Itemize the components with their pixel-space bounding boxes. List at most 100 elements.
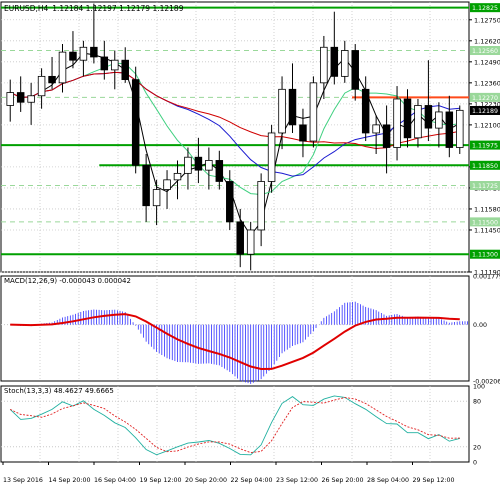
candle-body [69, 51, 77, 61]
candle-body [372, 124, 380, 134]
candle-body [121, 59, 129, 81]
macd-tick-label: 0.001779 [473, 274, 500, 281]
time-label: 13 Sep 2016 [3, 477, 43, 484]
candle-body [184, 156, 192, 174]
candle-body [351, 50, 359, 90]
candle-body [267, 132, 276, 182]
candle [152, 179, 161, 226]
candle-body [58, 51, 67, 84]
time-label: 23 Sep 12:00 [276, 477, 318, 484]
candle-body [173, 172, 182, 181]
candle-body [100, 56, 109, 71]
candle [320, 35, 328, 100]
candle-body [37, 75, 46, 97]
candle [121, 47, 129, 83]
candle [288, 63, 297, 133]
panel-frame [0, 385, 470, 463]
level-tag-label: 1.11725 [472, 183, 498, 190]
candle-body [393, 98, 401, 148]
candle [246, 221, 255, 271]
candle [382, 105, 391, 174]
stoch-label: Stoch(13,3,3) 48.4627 49.6665 [4, 387, 114, 395]
symbol-header: EURUSD,H4 1.12184 1.12197 1.12179 1.12189 [4, 4, 184, 13]
stoch-axis: 100 80 20 0 [473, 384, 485, 467]
candle [215, 150, 224, 190]
macd-axis: 0.0017790.00-0.002061 [473, 274, 500, 386]
candle-body [236, 221, 244, 255]
candle [435, 102, 443, 148]
candle-body [278, 88, 286, 134]
time-label: 14 Sep 20:00 [49, 477, 91, 484]
candle-body [435, 111, 443, 129]
level-tag-label: 1.11850 [472, 163, 498, 170]
candle [309, 76, 318, 148]
candle-body [111, 59, 119, 71]
candle-body [246, 229, 255, 255]
candle-body [320, 46, 328, 84]
price-tick-label: 1.12620 [474, 37, 500, 45]
current-price-label: 1.12189 [472, 108, 498, 115]
candle [341, 40, 349, 83]
price-tick-label: 1.12750 [474, 16, 500, 24]
time-label: 28 Sep 04:00 [367, 477, 409, 484]
time-label: 22 Sep 04:00 [231, 477, 273, 484]
macd-tick-label: 0.00 [473, 322, 487, 329]
candle-body [152, 189, 161, 207]
stoch-tick-label: 100 [473, 384, 485, 391]
candle-body [309, 82, 318, 142]
time-label: 20 Sep 20:00 [185, 477, 227, 484]
price-tick-label: 1.11580 [474, 205, 500, 213]
stoch-grid [1, 400, 469, 448]
level-tag-label: 1.12825 [472, 5, 498, 12]
candle-body [194, 156, 203, 171]
price-tick-label: 1.12100 [474, 121, 500, 129]
candle-body [456, 109, 464, 148]
candle [142, 153, 150, 222]
candle [79, 40, 88, 77]
price-tick-label: 1.11450 [474, 226, 500, 234]
candle [257, 173, 265, 247]
level-tag-label: 1.12560 [472, 48, 498, 55]
candle-body [299, 124, 307, 142]
candle-body [48, 75, 56, 84]
time-axis: 13 Sep 2016 14 Sep 20:00 16 Sep 04:00 19 Se… [2, 462, 455, 484]
candle [278, 76, 286, 150]
candle-body [79, 46, 88, 61]
price-tick-label: 1.12360 [474, 79, 500, 87]
candle [111, 50, 119, 90]
candle [163, 170, 171, 209]
candle-body [16, 92, 25, 103]
candle [131, 66, 140, 174]
candle-body [6, 92, 14, 106]
level-tag-label: 1.11500 [472, 219, 498, 226]
candle [299, 108, 307, 158]
time-label: 16 Sep 04:00 [94, 477, 136, 484]
candle-body [414, 105, 422, 139]
candle [456, 105, 464, 154]
level-tag-label: 1.12270 [472, 95, 498, 102]
candle [414, 99, 422, 148]
stoch-tick-label: 20 [473, 444, 481, 451]
candle [205, 147, 213, 190]
time-label: 26 Sep 20:00 [322, 477, 364, 484]
trading-chart[interactable]: 1.127501.126201.124901.123601.122301.121… [0, 0, 500, 490]
candle-body [142, 164, 150, 207]
candle-body [445, 111, 454, 148]
candle-body [424, 105, 433, 129]
candle [236, 208, 244, 268]
candle [424, 60, 433, 142]
candle-body [27, 95, 35, 103]
candle [330, 11, 339, 85]
candle-body [215, 160, 224, 182]
time-label: 29 Sep 12:00 [413, 477, 455, 484]
price-tick-label: 1.12490 [474, 58, 500, 66]
candle [6, 79, 14, 122]
candle-body [257, 181, 265, 231]
candle-body [403, 98, 412, 139]
price-axis: 1.127501.126201.124901.123601.122301.121… [469, 3, 500, 277]
level-tag-label: 1.11975 [472, 143, 498, 150]
candle [351, 44, 359, 101]
level-tag-label: 1.11300 [472, 252, 498, 259]
candle-body [163, 179, 171, 190]
time-label: 19 Sep 12:00 [140, 477, 182, 484]
